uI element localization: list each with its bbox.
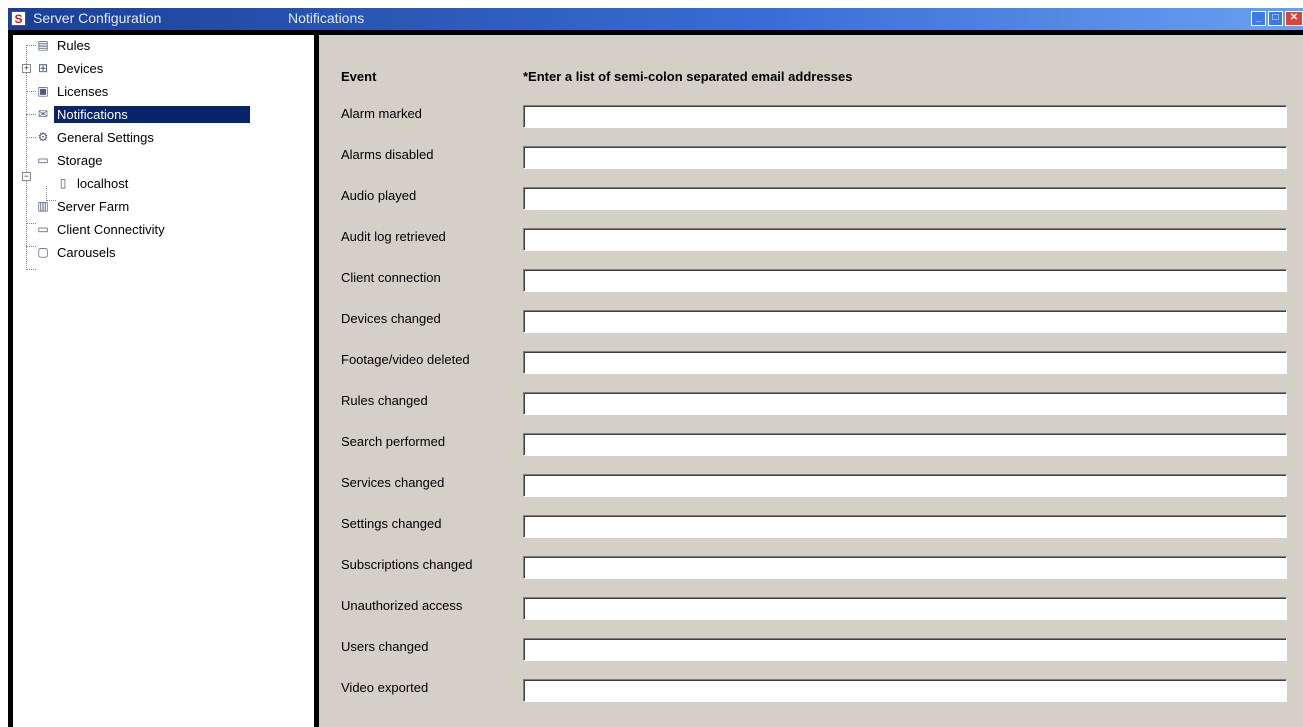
rules-icon: ▤ <box>37 38 49 52</box>
users-changed-email-input[interactable] <box>523 638 1287 661</box>
event-column-header: Event <box>341 69 377 84</box>
event-label: Footage/video deleted <box>341 352 470 367</box>
server-farm-icon: ▥ <box>37 199 49 213</box>
video-exported-email-input[interactable] <box>523 679 1287 702</box>
devices-expand-icon[interactable]: + <box>22 64 31 73</box>
event-label: Audit log retrieved <box>341 229 446 244</box>
event-label: Settings changed <box>341 516 442 531</box>
event-label: Alarm marked <box>341 106 422 121</box>
storage-collapse-icon[interactable]: − <box>22 172 31 181</box>
tree-connector <box>26 269 36 270</box>
storage-icon: ▭ <box>37 153 49 167</box>
settings-icon: ⚙ <box>37 130 49 144</box>
app-title: Server Configuration <box>33 10 162 26</box>
tree-item-licenses[interactable]: ▣ Licenses <box>35 81 111 101</box>
client-connection-email-input[interactable] <box>523 269 1287 292</box>
carousels-icon: ▢ <box>37 245 49 259</box>
tree-item-label: localhost <box>77 175 129 191</box>
search-performed-email-input[interactable] <box>523 433 1287 456</box>
tree-item-label: Carousels <box>57 244 116 260</box>
event-label: Search performed <box>341 434 446 449</box>
audit-log-retrieved-email-input[interactable] <box>523 228 1287 251</box>
event-label: Rules changed <box>341 393 428 408</box>
close-button[interactable]: ✕ <box>1285 11 1303 26</box>
title-bar[interactable]: S Server Configuration Notifications _ □… <box>8 8 1303 30</box>
client-connectivity-icon: ▭ <box>37 222 49 236</box>
tree-item-label: Client Connectivity <box>57 221 165 237</box>
event-label: Video exported <box>341 680 429 695</box>
event-label: Unauthorized access <box>341 598 463 613</box>
tree-item-label: Licenses <box>57 83 109 99</box>
event-label: Client connection <box>341 270 441 285</box>
tree-item-client-connectivity[interactable]: ▭ Client Connectivity <box>35 219 168 239</box>
audio-played-email-input[interactable] <box>523 187 1287 210</box>
devices-icon: ⊞ <box>37 61 49 75</box>
tree-item-server-farm[interactable]: ▥ Server Farm <box>35 196 132 216</box>
notifications-panel: Event *Enter a list of semi-colon separa… <box>319 35 1303 727</box>
event-label: Services changed <box>341 475 445 490</box>
tree-item-devices[interactable]: ⊞ Devices <box>35 58 106 78</box>
email-column-header: *Enter a list of semi-colon separated em… <box>523 69 853 84</box>
pane-title: Notifications <box>288 10 365 26</box>
alarm-marked-email-input[interactable] <box>523 105 1287 128</box>
event-label: Subscriptions changed <box>341 557 473 572</box>
event-label: Alarms disabled <box>341 147 434 162</box>
tree-item-label: General Settings <box>57 129 154 145</box>
tree-connector <box>26 45 27 270</box>
devices-changed-email-input[interactable] <box>523 310 1287 333</box>
application-window: S Server Configuration Notifications _ □… <box>8 8 1303 727</box>
tree-item-label: Storage <box>57 152 103 168</box>
tree-item-label: Server Farm <box>57 198 130 214</box>
tree-item-rules[interactable]: ▤ Rules <box>35 35 93 55</box>
licenses-icon: ▣ <box>37 84 49 98</box>
maximize-button[interactable]: □ <box>1268 11 1283 26</box>
minimize-button[interactable]: _ <box>1251 11 1266 26</box>
tree-item-carousels[interactable]: ▢ Carousels <box>35 242 119 262</box>
tree-item-general-settings[interactable]: ⚙ General Settings <box>35 127 157 147</box>
settings-changed-email-input[interactable] <box>523 515 1287 538</box>
event-label: Devices changed <box>341 311 441 326</box>
services-changed-email-input[interactable] <box>523 474 1287 497</box>
server-icon: ▯ <box>59 176 67 190</box>
unauthorized-access-email-input[interactable] <box>523 597 1287 620</box>
tree-item-label: Rules <box>57 37 91 53</box>
app-logo-icon: S <box>11 11 26 26</box>
subscriptions-changed-email-input[interactable] <box>523 556 1287 579</box>
tree-item-localhost[interactable]: ▯ localhost <box>55 173 131 193</box>
tree-item-label: Devices <box>57 60 104 76</box>
event-label: Users changed <box>341 639 429 654</box>
tree-item-notifications[interactable]: ✉ Notifications <box>35 104 250 124</box>
navigation-tree: + − ▤ Rules ⊞ Devices ▣ Licenses ✉ Notif… <box>13 35 314 727</box>
tree-item-storage[interactable]: ▭ Storage <box>35 150 106 170</box>
rules-changed-email-input[interactable] <box>523 392 1287 415</box>
event-label: Audio played <box>341 188 417 203</box>
alarms-disabled-email-input[interactable] <box>523 146 1287 169</box>
tree-item-label: Notifications <box>54 105 250 123</box>
footage-video-deleted-email-input[interactable] <box>523 351 1287 374</box>
envelope-icon: ✉ <box>37 107 49 121</box>
